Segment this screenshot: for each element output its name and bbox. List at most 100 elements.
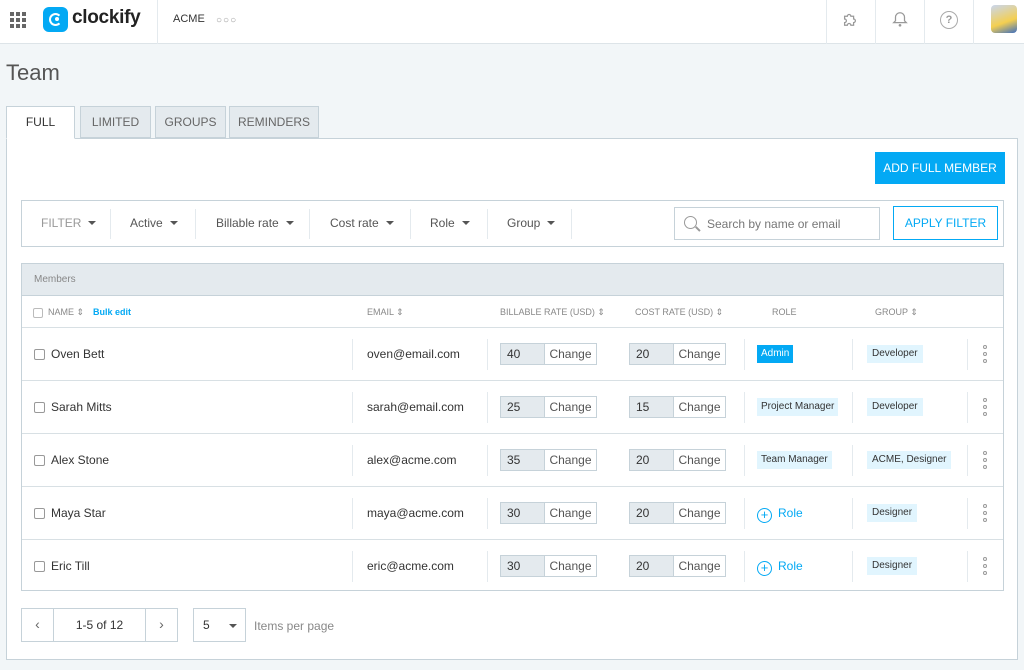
row-checkbox[interactable] [34,508,45,519]
plus-icon: + [757,508,772,523]
role-badge[interactable]: Project Manager [757,398,839,416]
filter-active[interactable]: Active [130,201,178,246]
more-options-icon[interactable] [982,398,988,416]
apply-filter-button[interactable]: APPLY FILTER [893,206,998,240]
filter-label[interactable]: FILTER [41,201,97,246]
change-cost-rate-button[interactable]: Change [673,450,725,470]
more-options-icon[interactable] [982,345,988,363]
filter-billable-rate-label: Billable rate [216,216,279,230]
tab-limited[interactable]: LIMITED [80,106,151,138]
column-cost-rate[interactable]: COST RATE (USD) ⇕ [635,296,723,328]
cost-rate-field: 20 Change [629,449,726,471]
member-email: alex@acme.com [367,453,457,467]
table-row: Maya Star maya@acme.com 30 Change 20 Cha… [22,486,1003,539]
bulk-edit-link[interactable]: Bulk edit [93,296,131,328]
column-role: ROLE [772,307,797,317]
add-role-button[interactable]: + Role [757,556,803,576]
row-checkbox[interactable] [34,349,45,360]
bell-icon[interactable] [890,10,910,30]
app-logo-text[interactable]: clockify [72,7,141,29]
change-billable-rate-button[interactable]: Change [544,556,596,576]
divider [826,0,827,44]
billable-rate-field: 40 Change [500,343,597,365]
divider [744,339,745,370]
divider [744,392,745,423]
divider [967,498,968,529]
change-cost-rate-button[interactable]: Change [673,503,725,523]
change-billable-rate-button[interactable]: Change [544,344,596,364]
filter-billable-rate[interactable]: Billable rate [216,201,294,246]
apps-grid-icon[interactable] [10,12,26,28]
column-group[interactable]: GROUP ⇕ [875,296,918,328]
clockify-logo-icon[interactable] [43,7,68,32]
group-badge[interactable]: Developer [867,345,923,363]
tab-full[interactable]: FULL [6,106,75,139]
chevron-down-icon [88,221,97,225]
table-row: Sarah Mitts sarah@email.com 25 Change 15… [22,380,1003,433]
search-icon [684,216,697,229]
chevron-down-icon [285,221,294,225]
divider [852,392,853,423]
search-input[interactable] [707,208,877,239]
group-badge[interactable]: Designer [867,504,918,522]
member-name: Sarah Mitts [51,400,112,414]
role-badge[interactable]: Admin [757,345,794,363]
member-email: oven@email.com [367,347,460,361]
table-row: Eric Till eric@acme.com 30 Change 20 Cha… [22,539,1003,592]
cost-rate-field: 20 Change [629,555,726,577]
divider [967,445,968,476]
group-badge[interactable]: Developer [867,398,923,416]
workspace-name[interactable]: ACME [173,13,205,25]
change-cost-rate-button[interactable]: Change [673,397,725,417]
plus-icon: + [757,561,772,576]
help-icon[interactable]: ? [940,11,958,29]
change-billable-rate-button[interactable]: Change [544,450,596,470]
column-billable-rate[interactable]: BILLABLE RATE (USD) ⇕ [500,296,605,328]
member-email: eric@acme.com [367,559,454,573]
row-checkbox[interactable] [34,455,45,466]
group-badge[interactable]: Designer [867,557,918,575]
chevron-right-icon[interactable]: › [145,609,177,641]
avatar[interactable] [991,5,1017,33]
billable-rate-field: 35 Change [500,449,597,471]
divider [967,392,968,423]
add-role-button[interactable]: + Role [757,503,803,523]
divider [352,551,353,582]
change-cost-rate-button[interactable]: Change [673,556,725,576]
billable-rate-field: 30 Change [500,502,597,524]
change-billable-rate-button[interactable]: Change [544,503,596,523]
member-email: maya@acme.com [367,506,464,520]
divider [852,498,853,529]
billable-rate-value: 30 [501,556,544,576]
cost-rate-field: 20 Change [629,502,726,524]
add-full-member-button[interactable]: ADD FULL MEMBER [875,152,1005,184]
more-options-icon[interactable] [982,451,988,469]
column-name[interactable]: NAME ⇕ [48,296,84,328]
filter-group[interactable]: Group [507,201,556,246]
chevron-down-icon [547,221,556,225]
role-badge[interactable]: Team Manager [757,451,832,469]
column-email[interactable]: EMAIL ⇕ [367,296,404,328]
group-badge[interactable]: ACME, Designer [867,451,952,469]
change-cost-rate-button[interactable]: Change [673,344,725,364]
tab-groups[interactable]: GROUPS [155,106,226,138]
row-checkbox[interactable] [34,402,45,413]
filter-cost-rate[interactable]: Cost rate [330,201,394,246]
select-all-checkbox[interactable] [33,308,43,318]
items-per-page-select[interactable]: 5 [193,608,246,642]
chevron-left-icon[interactable]: ‹ [22,609,54,641]
row-checkbox[interactable] [34,561,45,572]
tab-reminders[interactable]: REMINDERS [229,106,319,138]
puzzle-icon[interactable] [840,10,860,30]
change-billable-rate-button[interactable]: Change [544,397,596,417]
divider [487,498,488,529]
more-options-icon[interactable] [982,504,988,522]
more-options-icon[interactable] [982,557,988,575]
member-email: sarah@email.com [367,400,464,414]
filter-role[interactable]: Role [430,201,470,246]
search-box [674,207,880,240]
cost-rate-value: 20 [630,556,673,576]
chevron-down-icon [169,221,178,225]
divider [924,0,925,44]
workspace-more-icon[interactable]: ○○○ [216,15,237,26]
